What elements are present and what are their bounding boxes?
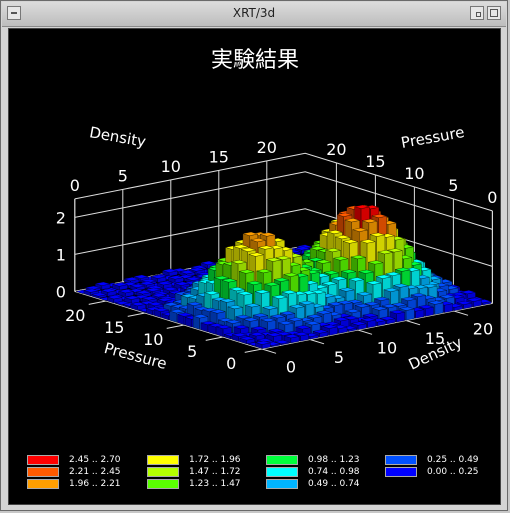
density-tick-back: 20	[257, 138, 277, 157]
legend-item: 1.72 .. 1.96	[147, 455, 241, 466]
grid-line	[74, 152, 493, 212]
z-tick-left: 1	[56, 245, 66, 264]
legend-swatch	[147, 467, 179, 477]
legend-label: 1.72 .. 1.96	[189, 455, 241, 465]
legend-swatch	[27, 455, 59, 465]
maximize-icon[interactable]	[487, 6, 501, 20]
legend-swatch	[27, 467, 59, 477]
pressure-tick-back: 10	[404, 164, 424, 183]
legend-item: 2.21 .. 2.45	[27, 467, 121, 478]
title-bar[interactable]: XRT/3d	[2, 2, 506, 27]
tick-mark	[244, 348, 263, 353]
tick-mark	[309, 339, 325, 345]
pressure-tick-back: 0	[487, 188, 497, 207]
legend-swatch	[385, 455, 417, 465]
tick-mark	[127, 312, 146, 317]
legend-label: 1.96 .. 2.21	[69, 479, 121, 489]
tick-mark	[357, 329, 373, 335]
legend-label: 0.25 .. 0.49	[427, 455, 479, 465]
legend-swatch	[147, 455, 179, 465]
legend-item: 0.00 .. 0.25	[385, 467, 479, 478]
legend-swatch	[147, 479, 179, 489]
legend-swatch	[27, 479, 59, 489]
bar-front	[434, 302, 444, 315]
legend-label: 0.49 .. 0.74	[308, 479, 360, 489]
app-window: XRT/3d 実験結果00112205101520051015200510152…	[0, 0, 508, 511]
legend-label: 2.21 .. 2.45	[69, 467, 121, 477]
tick-mark	[166, 324, 185, 329]
bar-side	[192, 315, 200, 330]
legend-swatch	[266, 467, 298, 477]
chart-legend: 2.45 .. 2.70 2.21 .. 2.45 1.96 .. 2.21 1.72…	[9, 447, 502, 507]
legend-label: 0.98 .. 1.23	[308, 455, 360, 465]
chart-area: 実験結果001122051015200510152005101520051015…	[8, 28, 502, 507]
legend-item: 0.49 .. 0.74	[266, 479, 360, 490]
density-tick-back: 5	[118, 166, 128, 185]
z-tick-right: 2	[501, 220, 502, 239]
pressure-tick-front: 20	[65, 306, 85, 325]
pressure-tick-back: 5	[448, 176, 458, 195]
legend-label: 1.23 .. 1.47	[189, 479, 241, 489]
bar-front	[405, 308, 415, 321]
pressure-tick-back: 15	[365, 152, 385, 171]
legend-item: 2.45 .. 2.70	[27, 455, 121, 466]
axis-label-density-back: Density	[88, 123, 147, 151]
window-title: XRT/3d	[232, 6, 276, 20]
tick-mark	[261, 348, 277, 354]
chart-title: 実験結果	[211, 48, 299, 73]
z-tick-left: 0	[56, 282, 66, 301]
z-tick-right: 0	[501, 294, 502, 313]
pressure-tick-front: 0	[226, 354, 236, 373]
legend-swatch	[266, 479, 298, 489]
density-tick-back: 0	[70, 176, 80, 195]
legend-swatch	[385, 467, 417, 477]
axis-label-pressure-back: Pressure	[400, 123, 466, 152]
grid-line	[74, 171, 493, 230]
density-tick-front: 5	[334, 348, 344, 367]
pressure-tick-front: 5	[187, 342, 197, 361]
tick-mark	[405, 320, 421, 326]
pressure-tick-front: 10	[143, 330, 163, 349]
legend-item: 1.96 .. 2.21	[27, 479, 121, 490]
legend-item: 1.23 .. 1.47	[147, 479, 241, 490]
legend-label: 0.00 .. 0.25	[427, 467, 479, 477]
minimize-icon[interactable]	[470, 6, 484, 20]
density-tick-back: 15	[209, 147, 229, 166]
legend-label: 1.47 .. 1.72	[189, 467, 241, 477]
z-tick-left: 2	[56, 208, 66, 227]
density-tick-front: 0	[286, 358, 296, 377]
z-tick-right: 1	[501, 257, 502, 276]
legend-item: 1.47 .. 1.72	[147, 467, 241, 478]
tick-mark	[453, 310, 469, 316]
legend-item: 0.98 .. 1.23	[266, 455, 360, 466]
legend-item: 0.25 .. 0.49	[385, 455, 479, 466]
pressure-tick-front: 15	[104, 318, 124, 337]
density-tick-back: 10	[161, 157, 181, 176]
density-tick-front: 10	[377, 339, 397, 358]
pressure-tick-back: 20	[326, 140, 346, 159]
legend-swatch	[266, 455, 298, 465]
tick-mark	[88, 300, 107, 305]
legend-label: 0.74 .. 0.98	[308, 467, 360, 477]
legend-label: 2.45 .. 2.70	[69, 455, 121, 465]
density-tick-front: 20	[473, 320, 493, 339]
legend-item: 0.74 .. 0.98	[266, 467, 360, 478]
tick-mark	[205, 336, 224, 341]
chart-svg: 実験結果001122051015200510152005101520051015…	[56, 48, 502, 377]
